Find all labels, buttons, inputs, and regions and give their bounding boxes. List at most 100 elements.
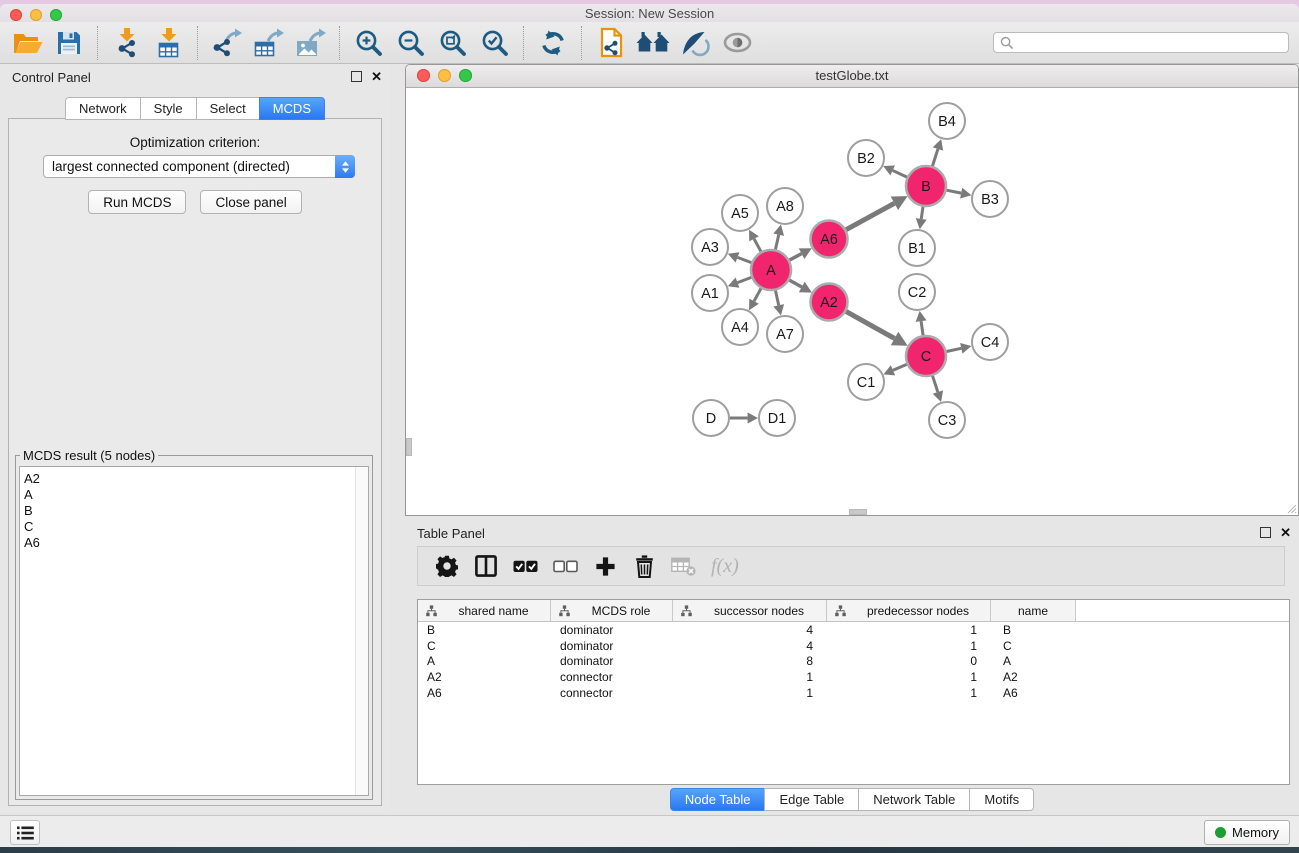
network-vertical-scroll-hint[interactable] xyxy=(406,438,412,456)
node-B3[interactable]: B3 xyxy=(972,181,1008,217)
toolbar-separator xyxy=(581,26,583,60)
arrowhead-icon xyxy=(773,225,784,236)
svg-text:A3: A3 xyxy=(701,240,719,256)
trash-button[interactable] xyxy=(632,552,656,580)
add-icon xyxy=(595,556,616,577)
table-row[interactable]: Cdominator41C xyxy=(418,638,1289,654)
node-B4[interactable]: B4 xyxy=(929,103,965,139)
zoom-selected-button[interactable] xyxy=(474,24,516,62)
search-box[interactable] xyxy=(993,32,1289,53)
run-mcds-button[interactable]: Run MCDS xyxy=(88,190,186,214)
network-canvas[interactable]: B4 B2 B B3 A8 A5 A6 A3 B1 A A1 C2 A2 A4A7 C4 C C1 D D1 C3 xyxy=(406,88,1298,515)
gear-button[interactable] xyxy=(435,552,459,580)
control-panel-title: Control Panel xyxy=(12,70,91,85)
tab-edge-table[interactable]: Edge Table xyxy=(764,788,858,811)
node-C2[interactable]: C2 xyxy=(899,274,935,310)
tab-node-table[interactable]: Node Table xyxy=(670,788,765,811)
tab-style[interactable]: Style xyxy=(140,97,196,120)
zoom-fit-button[interactable] xyxy=(432,24,474,62)
column-header-predecessor-nodes[interactable]: predecessor nodes xyxy=(827,600,991,621)
node-D[interactable]: D xyxy=(693,400,729,436)
column-header-MCDS-role[interactable]: MCDS role xyxy=(551,600,673,621)
svg-text:A: A xyxy=(766,263,776,279)
node-B2[interactable]: B2 xyxy=(848,140,884,176)
table-row[interactable]: Bdominator41B xyxy=(418,622,1289,638)
network-horizontal-scroll-hint[interactable] xyxy=(849,509,867,515)
status-bar: Memory xyxy=(0,815,1299,847)
save-session-button[interactable] xyxy=(48,24,90,62)
result-list-item[interactable]: A6 xyxy=(24,535,368,551)
select-all-button[interactable] xyxy=(513,552,538,580)
close-panel-button[interactable]: Close panel xyxy=(200,190,301,214)
toolbar-separator xyxy=(339,26,341,60)
close-table-panel-icon[interactable]: ✕ xyxy=(1280,527,1291,538)
svg-text:D1: D1 xyxy=(768,411,787,427)
tab-network-table[interactable]: Network Table xyxy=(858,788,969,811)
import-table-button[interactable] xyxy=(148,24,190,62)
column-header-successor-nodes[interactable]: successor nodes xyxy=(673,600,827,621)
node-A4[interactable]: A4 xyxy=(722,309,758,345)
node-A8[interactable]: A8 xyxy=(767,188,803,224)
result-list-item[interactable]: C xyxy=(24,519,368,535)
node-A1[interactable]: A1 xyxy=(692,275,728,311)
deselect-all-button[interactable] xyxy=(553,552,578,580)
houses-button[interactable] xyxy=(632,24,674,62)
delete-table-button[interactable] xyxy=(671,552,696,580)
node-B1[interactable]: B1 xyxy=(899,230,935,266)
open-file-icon xyxy=(12,30,43,56)
svg-text:B4: B4 xyxy=(938,114,956,130)
table-row[interactable]: A6connector11A6 xyxy=(418,685,1289,701)
table-row[interactable]: A2connector11A2 xyxy=(418,669,1289,685)
tab-motifs[interactable]: Motifs xyxy=(969,788,1034,811)
graphics-details-button[interactable] xyxy=(674,24,716,62)
edge-C-C1 xyxy=(893,364,907,370)
close-panel-icon[interactable]: ✕ xyxy=(371,71,382,82)
node-A3[interactable]: A3 xyxy=(692,229,728,265)
node-C3[interactable]: C3 xyxy=(929,402,965,438)
refresh-button[interactable] xyxy=(532,24,574,62)
import-network-button[interactable] xyxy=(106,24,148,62)
export-network-button[interactable] xyxy=(206,24,248,62)
zoom-out-button[interactable] xyxy=(390,24,432,62)
column-header-name[interactable]: name xyxy=(991,600,1076,621)
node-C1[interactable]: C1 xyxy=(848,364,884,400)
node-D1[interactable]: D1 xyxy=(759,400,795,436)
cybrowser-button[interactable] xyxy=(590,24,632,62)
resize-grip-icon[interactable] xyxy=(1286,503,1297,514)
node-A6[interactable]: A6 xyxy=(811,221,848,258)
table-row[interactable]: Adominator80A xyxy=(418,654,1289,670)
node-A7[interactable]: A7 xyxy=(767,316,803,352)
task-history-button[interactable] xyxy=(10,820,40,845)
tab-select[interactable]: Select xyxy=(196,97,259,120)
open-file-button[interactable] xyxy=(6,24,48,62)
search-input[interactable] xyxy=(1014,34,1288,52)
add-button[interactable] xyxy=(593,552,617,580)
node-A[interactable]: A xyxy=(751,250,791,290)
node-A5[interactable]: A5 xyxy=(722,195,758,231)
result-list-item[interactable]: A xyxy=(24,487,368,503)
deselect-all-icon xyxy=(553,560,578,573)
node-C[interactable]: C xyxy=(906,336,946,376)
eye-button[interactable] xyxy=(716,24,758,62)
zoom-in-button[interactable] xyxy=(348,24,390,62)
desktop-wallpaper-bottom xyxy=(0,846,1299,853)
export-image-button[interactable] xyxy=(290,24,332,62)
sitemap-icon xyxy=(559,605,570,617)
float-panel-icon[interactable] xyxy=(351,71,362,82)
svg-text:A5: A5 xyxy=(731,206,749,222)
function-button[interactable]: f(x) xyxy=(711,552,739,580)
column-header-shared-name[interactable]: shared name xyxy=(418,600,551,621)
node-B[interactable]: B xyxy=(906,166,946,206)
node-C4[interactable]: C4 xyxy=(972,324,1008,360)
export-table-button[interactable] xyxy=(248,24,290,62)
result-list-scrollbar[interactable] xyxy=(355,467,368,795)
tab-mcds[interactable]: MCDS xyxy=(259,97,325,120)
tab-network[interactable]: Network xyxy=(65,97,140,120)
result-list-item[interactable]: A2 xyxy=(24,471,368,487)
memory-button[interactable]: Memory xyxy=(1204,820,1290,845)
float-table-panel-icon[interactable] xyxy=(1260,527,1271,538)
node-A2[interactable]: A2 xyxy=(811,284,848,321)
columns-button[interactable] xyxy=(474,552,498,580)
result-list-item[interactable]: B xyxy=(24,503,368,519)
criterion-dropdown[interactable]: largest connected component (directed) xyxy=(43,155,355,178)
